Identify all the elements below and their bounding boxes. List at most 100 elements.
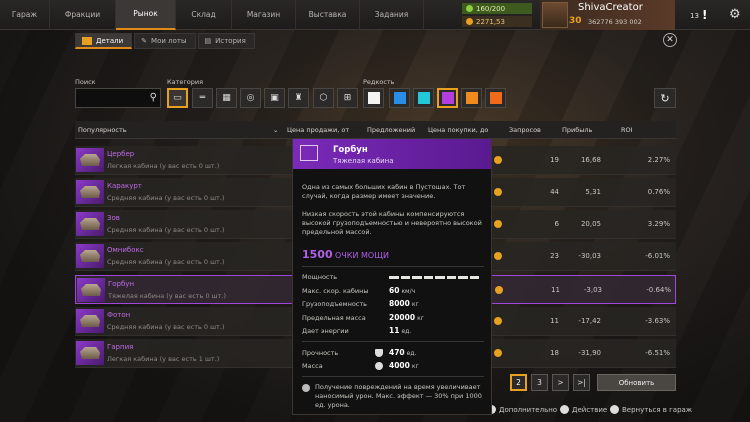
durability-label: Прочность bbox=[302, 349, 339, 357]
nav-shop[interactable]: Магазин bbox=[232, 0, 296, 30]
player-level: 30 bbox=[569, 16, 582, 26]
item-name: Зов bbox=[107, 214, 120, 222]
fuel-counter[interactable]: 160/200 bbox=[462, 3, 532, 14]
divider bbox=[302, 341, 484, 342]
rarity-rare[interactable] bbox=[389, 88, 410, 108]
category-wheels[interactable]: ◎ bbox=[240, 88, 261, 108]
stat-tonnage-value: 8000 кг bbox=[389, 299, 419, 308]
history-icon: ▤ bbox=[204, 37, 212, 45]
nav-garage[interactable]: Гараж bbox=[0, 0, 50, 30]
search-input[interactable]: ⚲ bbox=[75, 88, 161, 108]
item-requests: 18 bbox=[550, 349, 559, 357]
stat-mass-limit-value: 20000 кг bbox=[389, 313, 424, 322]
rarity-swatch bbox=[465, 92, 478, 104]
item-type: Средняя кабина (у вас есть 0 шт.) bbox=[107, 258, 225, 266]
item-roi: -0.64% bbox=[646, 286, 671, 294]
chevron-down-icon[interactable]: ⌄ bbox=[273, 126, 278, 134]
item-roi: -6.01% bbox=[645, 252, 670, 260]
last-page-button[interactable]: >| bbox=[573, 374, 590, 391]
page-button[interactable]: 2 bbox=[510, 374, 527, 391]
col-profit[interactable]: Прибыль bbox=[562, 126, 592, 134]
hint-action[interactable]: Действие bbox=[560, 405, 607, 414]
category-armor[interactable]: ▦ bbox=[216, 88, 237, 108]
page-button[interactable]: 3 bbox=[531, 374, 548, 391]
tooltip-description: Одна из самых больших кабин в Пустошах. … bbox=[302, 183, 466, 200]
nav-warehouse[interactable]: Склад bbox=[176, 0, 232, 30]
next-page-button[interactable]: > bbox=[552, 374, 569, 391]
tab-details[interactable]: Детали bbox=[75, 33, 133, 49]
coin-icon bbox=[494, 156, 502, 164]
player-xp: 362776 393 002 bbox=[588, 18, 642, 26]
category-all[interactable]: ⊞ bbox=[337, 88, 358, 108]
item-roi: -6.51% bbox=[645, 349, 670, 357]
col-roi[interactable]: ROI bbox=[621, 126, 633, 134]
nav-market[interactable]: Рынок bbox=[116, 0, 176, 30]
coin-icon bbox=[494, 188, 502, 196]
power-score: 1500 bbox=[302, 248, 333, 261]
item-profit: -31,90 bbox=[578, 349, 601, 357]
perk-icon bbox=[302, 384, 310, 392]
update-button[interactable]: Обновить bbox=[597, 374, 676, 391]
item-requests: 11 bbox=[551, 286, 560, 294]
category-modules[interactable]: ♜ bbox=[288, 88, 309, 108]
item-name: Омнибокс bbox=[107, 246, 144, 254]
notification-count[interactable]: 13 bbox=[690, 12, 699, 20]
mass-label: Масса bbox=[302, 362, 323, 370]
col-sell-price[interactable]: Цена продажи, от bbox=[287, 126, 349, 134]
item-roi: 2.27% bbox=[647, 156, 670, 164]
mass-value: 4000 кг bbox=[389, 361, 419, 370]
category-cabins[interactable]: ▭ bbox=[167, 88, 188, 108]
item-profit: -17,42 bbox=[578, 317, 601, 325]
rarity-special[interactable] bbox=[413, 88, 434, 108]
item-type: Легкая кабина (у вас есть 1 шт.) bbox=[107, 355, 220, 363]
rarity-relic[interactable] bbox=[485, 88, 506, 108]
gear-icon[interactable]: ⚙ bbox=[729, 7, 741, 22]
sort-select[interactable]: Популярность bbox=[78, 126, 127, 134]
rarity-legendary[interactable] bbox=[461, 88, 482, 108]
search-icon: ⚲ bbox=[149, 92, 157, 103]
item-thumbnail bbox=[76, 309, 104, 333]
player-name: ShivaCreator bbox=[578, 2, 643, 13]
close-icon[interactable]: ✕ bbox=[663, 33, 677, 47]
col-requests[interactable]: Запросов bbox=[509, 126, 541, 134]
cabin-icon bbox=[300, 145, 318, 161]
item-type: Средняя кабина (у вас есть 0 шт.) bbox=[107, 194, 225, 202]
tab-my-lots[interactable]: ✎ Мои лоты bbox=[134, 33, 196, 49]
item-profit: 20,05 bbox=[580, 220, 601, 228]
nav-quests[interactable]: Задания bbox=[360, 0, 424, 30]
col-buy-price[interactable]: Цена покупки, до bbox=[428, 126, 488, 134]
item-roi: 0.76% bbox=[647, 188, 670, 196]
item-tooltip: Горбун Тяжелая кабина Одна из самых боль… bbox=[292, 138, 492, 415]
hint-more[interactable]: Дополнительно bbox=[487, 405, 557, 414]
item-profit: 5,31 bbox=[585, 188, 601, 196]
item-thumbnail bbox=[76, 148, 104, 172]
rarity-common[interactable] bbox=[363, 88, 384, 108]
crate-icon bbox=[82, 36, 92, 45]
stat-mass-limit-label: Предельная масса bbox=[302, 314, 366, 322]
rarity-swatch bbox=[417, 92, 430, 104]
shield-icon bbox=[375, 349, 383, 357]
rarity-epic[interactable] bbox=[437, 88, 458, 108]
nav-exhibition[interactable]: Выставка bbox=[296, 0, 360, 30]
hint-back[interactable]: Вернуться в гараж bbox=[610, 405, 692, 414]
category-hardware[interactable]: ⬡ bbox=[313, 88, 334, 108]
nav-factions[interactable]: Фракции bbox=[50, 0, 116, 30]
tab-history[interactable]: ▤ История bbox=[197, 33, 255, 49]
mouse-icon bbox=[560, 405, 569, 414]
key-icon bbox=[610, 405, 619, 414]
stat-speed-label: Макс. скор. кабины bbox=[302, 287, 369, 295]
stat-energy-label: Дает энергии bbox=[302, 327, 349, 335]
col-offers[interactable]: Предложений bbox=[367, 126, 415, 134]
profile-panel[interactable]: 30 ShivaCreator 362776 393 002 bbox=[540, 0, 675, 30]
item-name: Горбун bbox=[108, 280, 135, 288]
resources: 160/200 2271,53 bbox=[462, 3, 532, 29]
coin-counter[interactable]: 2271,53 bbox=[462, 16, 532, 27]
rarity-swatch bbox=[489, 92, 502, 104]
item-thumbnail bbox=[76, 341, 104, 365]
perk-description: Получение повреждений на время увеличива… bbox=[315, 383, 482, 409]
category-engines[interactable]: ▣ bbox=[264, 88, 285, 108]
category-weapons[interactable]: ═ bbox=[192, 88, 213, 108]
alert-icon[interactable]: ! bbox=[702, 8, 707, 22]
search-label: Поиск bbox=[75, 78, 96, 86]
refresh-icon[interactable]: ↻ bbox=[654, 88, 676, 108]
